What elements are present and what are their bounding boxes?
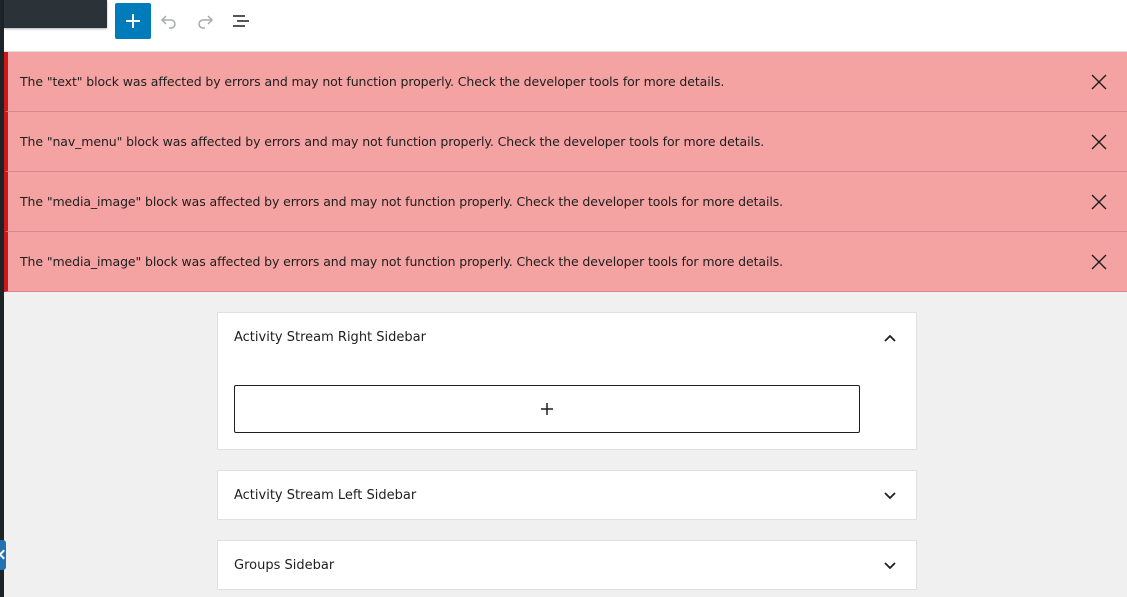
error-notice: The "media_image" block was affected by …	[4, 172, 1127, 232]
plus-icon	[541, 403, 553, 415]
notice-text: The "media_image" block was affected by …	[20, 194, 783, 209]
widget-area-title: Activity Stream Right Sidebar	[234, 330, 426, 345]
notice-text: The "text" block was affected by errors …	[20, 74, 725, 89]
plus-icon	[126, 14, 140, 28]
list-view-button[interactable]	[223, 3, 259, 39]
sidebar-toggle-handle[interactable]	[0, 540, 6, 570]
add-block-button[interactable]	[115, 3, 151, 39]
widget-area-header[interactable]: Groups Sidebar	[218, 541, 916, 590]
chevron-down-icon[interactable]	[880, 556, 900, 576]
close-icon	[1091, 194, 1107, 210]
chevron-down-icon[interactable]	[880, 486, 900, 506]
close-icon	[1091, 254, 1107, 270]
notice-text: The "media_image" block was affected by …	[20, 254, 783, 269]
close-icon	[1091, 134, 1107, 150]
undo-button[interactable]	[151, 3, 187, 39]
close-notice-button[interactable]	[1089, 192, 1109, 212]
widget-area-activity-stream-right: Activity Stream Right Sidebar	[217, 312, 917, 450]
close-notice-button[interactable]	[1089, 252, 1109, 272]
error-notice: The "media_image" block was affected by …	[4, 232, 1127, 292]
undo-icon	[160, 15, 176, 29]
widget-area-title: Groups Sidebar	[234, 558, 335, 573]
widget-area-groups-sidebar: Groups Sidebar	[217, 540, 917, 590]
widget-area-title: Activity Stream Left Sidebar	[234, 488, 417, 503]
editor-title-tab[interactable]	[4, 0, 107, 28]
error-notices: The "text" block was affected by errors …	[4, 52, 1127, 292]
close-notice-button[interactable]	[1089, 72, 1109, 92]
chevron-up-icon[interactable]	[880, 328, 900, 348]
redo-icon	[198, 15, 214, 29]
block-appender-button[interactable]	[234, 385, 860, 433]
widget-area-activity-stream-left: Activity Stream Left Sidebar	[217, 470, 917, 520]
editor-toolbar	[4, 0, 1127, 52]
widget-area-header[interactable]: Activity Stream Right Sidebar	[218, 313, 916, 362]
redo-button[interactable]	[187, 3, 223, 39]
widget-area-header[interactable]: Activity Stream Left Sidebar	[218, 471, 916, 520]
error-notice: The "text" block was affected by errors …	[4, 52, 1127, 112]
close-notice-button[interactable]	[1089, 132, 1109, 152]
notice-text: The "nav_menu" block was affected by err…	[20, 134, 765, 149]
list-view-icon	[233, 15, 249, 27]
close-icon	[1091, 74, 1107, 90]
error-notice: The "nav_menu" block was affected by err…	[4, 112, 1127, 172]
